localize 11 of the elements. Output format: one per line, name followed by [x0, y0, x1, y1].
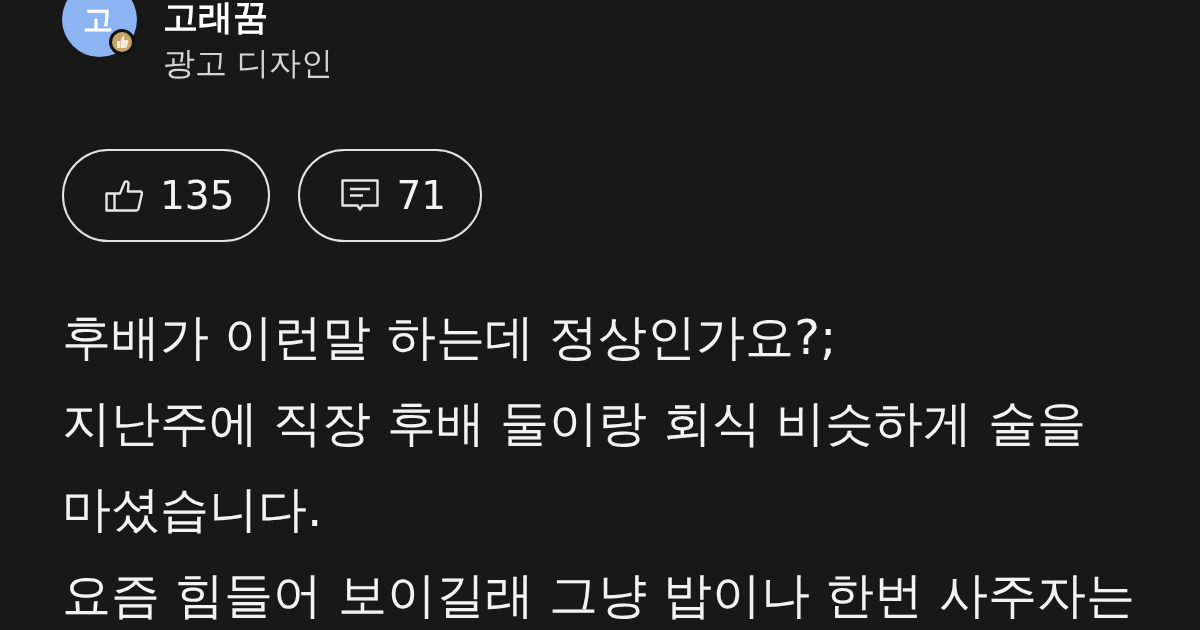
avatar: 고	[62, 0, 137, 57]
author-job: 광고 디자인	[163, 43, 334, 83]
author-name: 고래꿈	[163, 0, 269, 34]
like-button[interactable]: 135	[62, 149, 271, 242]
post-body-line: 마셨습니다.	[62, 480, 324, 539]
comment-button[interactable]: 71	[298, 149, 483, 242]
thumbs-up-icon	[105, 179, 143, 212]
post-title: 후배가 이런말 하는데 정상인가요?;	[62, 308, 838, 367]
post-body-line: 요즘 힘들어 보이길래 그냥 밥이나 한번 사주자는	[62, 566, 1136, 625]
post-body-line: 지난주에 직장 후배 둘이랑 회식 비슷하게 술을	[62, 394, 1087, 453]
comment-icon	[341, 179, 380, 212]
